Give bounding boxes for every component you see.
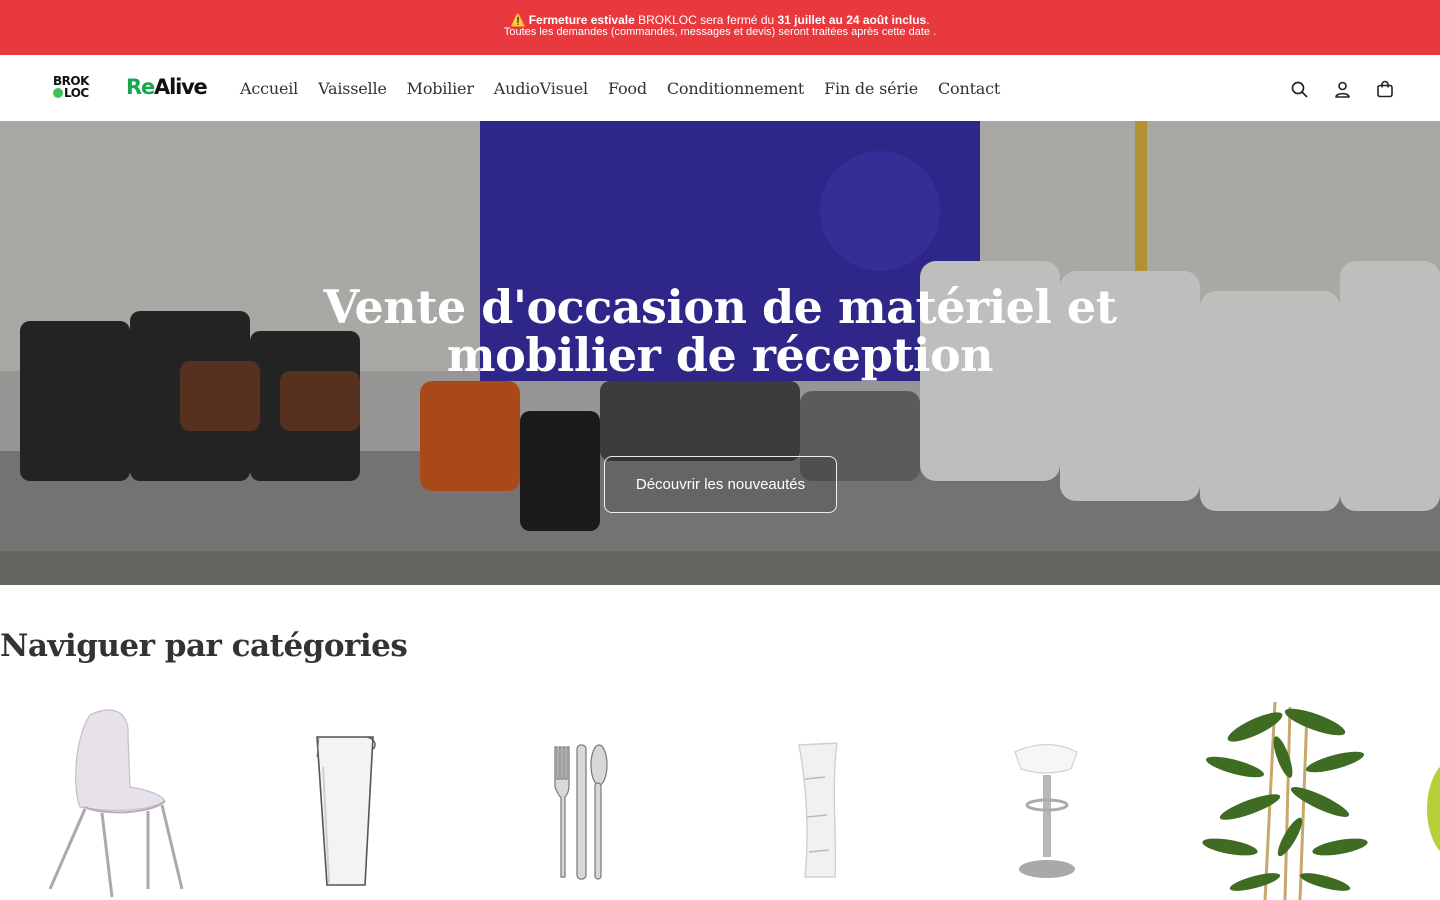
category-partial-item-image[interactable]: [1425, 697, 1440, 900]
nav-mobilier[interactable]: Mobilier: [407, 79, 474, 98]
brokloc-logo[interactable]: BROK LOC: [53, 75, 105, 101]
cart-icon[interactable]: [1374, 78, 1396, 100]
main-nav: Accueil Vaisselle Mobilier AudioVisuel F…: [240, 55, 1020, 121]
hero-banner: Vente d'occasion de matériel et mobilier…: [0, 121, 1440, 585]
nav-conditionnement[interactable]: Conditionnement: [667, 79, 804, 98]
announcement-period: .: [926, 13, 930, 27]
logo-loc-row: LOC: [53, 87, 105, 99]
realive-alive-text: Alive: [154, 75, 208, 99]
announcement-line-2: Toutes les demandes (commandes, messages…: [503, 26, 937, 38]
category-bamboo-plant-image[interactable]: [1195, 697, 1370, 900]
realive-re-text: Re: [126, 75, 155, 99]
discover-new-button[interactable]: Découvrir les nouveautés: [604, 456, 837, 513]
categories-title: Naviguer par catégories: [0, 628, 408, 664]
account-icon[interactable]: [1331, 78, 1353, 100]
announcement-text: BROKLOC sera fermé du: [634, 13, 778, 27]
category-carafe-image[interactable]: [305, 697, 390, 900]
nav-contact[interactable]: Contact: [938, 79, 1000, 98]
realive-logo[interactable]: ReAlive: [126, 75, 208, 99]
category-bar-stool-image[interactable]: [1005, 697, 1090, 900]
nav-food[interactable]: Food: [608, 79, 647, 98]
category-chair-image[interactable]: [30, 697, 200, 900]
categories-row: [0, 697, 1440, 900]
nav-fin-de-serie[interactable]: Fin de série: [824, 79, 918, 98]
nav-accueil[interactable]: Accueil: [240, 79, 298, 98]
announcement-bar: ⚠️ Fermeture estivale BROKLOC sera fermé…: [0, 0, 1440, 55]
hero-title: Vente d'occasion de matériel et mobilier…: [323, 280, 1117, 382]
logo-dot-icon: [53, 88, 63, 98]
site-header: BROK LOC ReAlive Accueil Vaisselle Mobil…: [0, 55, 1440, 121]
nav-vaisselle[interactable]: Vaisselle: [318, 79, 387, 98]
nav-audiovisuel[interactable]: AudioVisuel: [494, 79, 588, 98]
category-cutlery-image[interactable]: [515, 697, 645, 900]
logo-loc-text: LOC: [64, 86, 89, 100]
announcement-line-1: ⚠️ Fermeture estivale BROKLOC sera fermé…: [0, 13, 1440, 27]
category-display-stand-image[interactable]: [785, 697, 850, 900]
announcement-dates: 31 juillet au 24 août inclus: [777, 13, 927, 27]
search-icon[interactable]: [1288, 78, 1310, 100]
header-icons: [1267, 78, 1396, 100]
announcement-title: ⚠️ Fermeture estivale: [510, 13, 635, 27]
